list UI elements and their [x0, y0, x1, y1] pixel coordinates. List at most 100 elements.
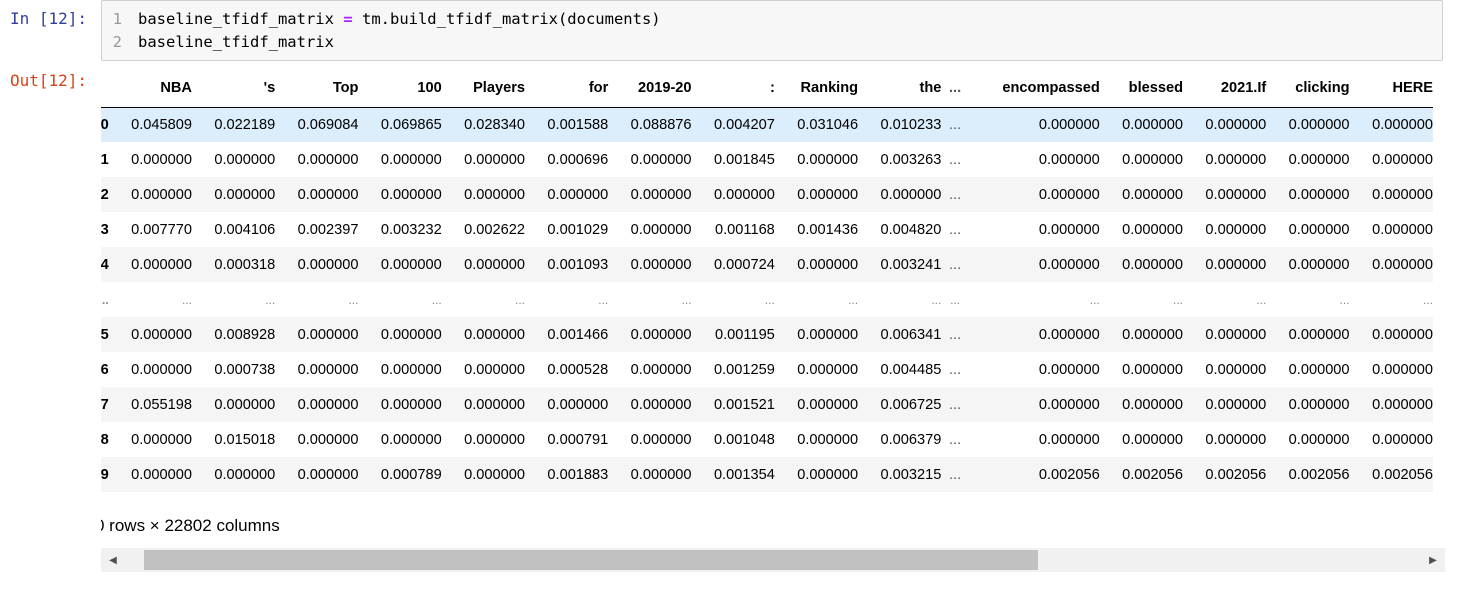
table-cell: 0.000000: [131, 361, 192, 378]
table-cell: 0.000000: [464, 396, 526, 413]
table-cell: 0.006725: [880, 396, 942, 413]
column-header: 's: [191, 70, 276, 108]
table-cell: 0.007770: [131, 221, 192, 238]
table-cell: ...: [931, 292, 942, 307]
table-cell: 0.000000: [1205, 186, 1267, 203]
table-cell: 0.000000: [297, 431, 359, 448]
table-cell: 0.000000: [1288, 151, 1350, 168]
table-cell: 0.000000: [630, 431, 692, 448]
table-cell: 0.000000: [1205, 256, 1267, 273]
table-cell: 0.000000: [1288, 256, 1350, 273]
table-cell: 0.004207: [713, 116, 775, 133]
table-cell: 0.001588: [547, 116, 609, 133]
table-cell: 0.000000: [464, 361, 526, 378]
table-cell: 0.000789: [380, 466, 442, 483]
table-cell: 0.000318: [214, 256, 276, 273]
table-row: 8 0.000000 0.015018 0.000000 0.000000 0.00000…: [101, 422, 1433, 457]
table-cell: 0.000000: [1205, 396, 1267, 413]
table-cell: ...: [598, 292, 609, 307]
table-cell: ...: [515, 292, 526, 307]
table-cell: 0.001093: [547, 256, 609, 273]
line-number: 1: [112, 10, 122, 28]
table-cell: 0.001195: [715, 326, 775, 343]
table-cell: 0.000000: [1038, 361, 1100, 378]
table-cell: ...: [1422, 292, 1433, 307]
ellipsis-cell: ...: [949, 326, 962, 343]
table-cell: 0.003241: [880, 256, 942, 273]
table-cell: 0.000000: [1205, 361, 1267, 378]
table-cell: 0.001168: [715, 221, 775, 238]
table-row: 4 0.000000 0.000318 0.000000 0.000000 0.00000…: [101, 247, 1433, 282]
table-cell: 0.000000: [1038, 326, 1100, 343]
table-cell: 0.000000: [797, 256, 859, 273]
table-cell: 0.000000: [464, 256, 526, 273]
table-cell: 0.000000: [713, 186, 775, 203]
table-cell: 0.000000: [1372, 326, 1433, 343]
ellipsis-column-header: ...: [941, 70, 969, 108]
column-header: encompassed: [968, 70, 1100, 108]
table-cell: 0.000000: [297, 326, 359, 343]
row-index: 4: [101, 256, 109, 273]
table-cell: 0.000000: [1038, 221, 1100, 238]
table-cell: 0.000000: [1122, 431, 1184, 448]
table-cell: 0.000000: [297, 361, 359, 378]
table-cell: 0.028340: [464, 116, 526, 133]
table-cell: 0.002397: [297, 221, 359, 238]
row-index: 1: [101, 151, 109, 168]
table-cell: 0.010233: [880, 116, 942, 133]
column-header: 2021.If: [1183, 70, 1267, 108]
output-prompt: Out[12]:: [10, 71, 88, 90]
table-cell: 0.006379: [880, 431, 942, 448]
table-cell: 0.000000: [380, 361, 442, 378]
table-cell: 0.000000: [297, 256, 359, 273]
ellipsis-cell: ...: [949, 431, 962, 448]
table-cell: 0.000000: [1205, 431, 1267, 448]
table-cell: 0.000000: [1288, 186, 1350, 203]
table-cell: ...: [764, 292, 775, 307]
column-header: NBA: [108, 70, 192, 108]
table-cell: 0.000000: [1038, 396, 1100, 413]
line-number: 2: [112, 33, 122, 51]
ellipsis-cell: ...: [949, 116, 962, 133]
table-cell: 0.003215: [880, 466, 942, 483]
table-cell: ...: [1089, 292, 1100, 307]
table-cell: 0.000000: [1288, 431, 1350, 448]
table-cell: 0.000000: [547, 396, 609, 413]
scrollbar-thumb[interactable]: [144, 550, 1038, 570]
table-row: 9 0.000000 0.000000 0.000000 0.000789 0.00000…: [101, 457, 1433, 492]
table-cell: ...: [348, 292, 359, 307]
table-cell: 0.001436: [797, 221, 859, 238]
row-index: 7: [101, 396, 109, 413]
table-cell: 0.000000: [1372, 361, 1433, 378]
table-cell: 0.003263: [880, 151, 942, 168]
table-cell: 0.069865: [380, 116, 442, 133]
table-cell: 0.000000: [1288, 221, 1350, 238]
table-cell: 0.002056: [1205, 466, 1267, 483]
table-cell: 0.000000: [1205, 116, 1267, 133]
table-cell: 0.004485: [880, 361, 942, 378]
horizontal-scrollbar[interactable]: ◀ ▶: [101, 548, 1445, 572]
dataframe-output: NBA's Top 100 Players for 2019-20: Ranking the.…: [101, 70, 1445, 500]
table-cell: ...: [181, 292, 192, 307]
scroll-right-icon[interactable]: ▶: [1421, 548, 1445, 572]
code-cell[interactable]: 1 baseline_tfidf_matrix = tm.build_tfidf_…: [101, 0, 1443, 61]
table-cell: 0.000000: [1288, 396, 1350, 413]
table-cell: 0.000000: [797, 151, 859, 168]
table-row: 5 0.000000 0.008928 0.000000 0.000000 0.00000…: [101, 317, 1433, 352]
table-cell: 0.000000: [1288, 116, 1350, 133]
scroll-left-icon[interactable]: ◀: [101, 548, 125, 572]
table-cell: 0.001259: [713, 361, 775, 378]
table-cell: 0.001048: [713, 431, 775, 448]
table-cell: 0.045809: [131, 116, 192, 133]
table-cell: 0.002056: [1122, 466, 1184, 483]
table-cell: 0.000000: [131, 326, 192, 343]
table-cell: 0.002622: [464, 221, 526, 238]
column-header: the: [858, 70, 942, 108]
table-row: 6 0.000000 0.000738 0.000000 0.000000 0.00000…: [101, 352, 1433, 387]
table-cell: 0.000000: [1372, 256, 1433, 273]
table-cell: 0.000000: [630, 221, 692, 238]
table-cell: 0.000528: [547, 361, 609, 378]
table-cell: 0.015018: [214, 431, 276, 448]
table-cell: 0.000000: [380, 151, 442, 168]
ellipsis-cell: ...: [949, 361, 962, 378]
